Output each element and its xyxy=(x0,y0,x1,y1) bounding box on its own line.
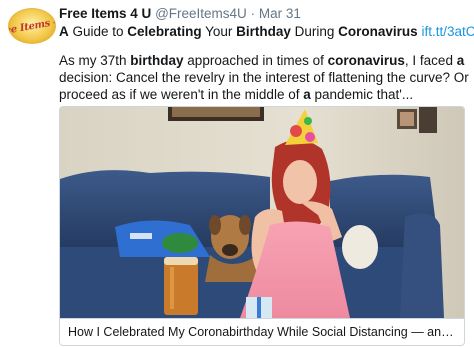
gift-ribbon xyxy=(257,297,261,318)
body-part: birthday xyxy=(130,53,184,68)
display-name[interactable]: Free Items 4 U xyxy=(59,6,151,21)
body-part: As my 37th xyxy=(59,53,131,68)
wall-photo-2 xyxy=(419,107,437,133)
wall-frame-inner xyxy=(172,107,260,117)
headline-part: Your xyxy=(201,24,237,39)
body-part: pandemic that'... xyxy=(310,87,414,102)
pillow-stripe xyxy=(130,233,152,239)
card-image[interactable] xyxy=(60,107,464,318)
party-hat-dot xyxy=(304,117,312,125)
headline-part: Coronavirus xyxy=(338,24,418,39)
tweet[interactable]: Free Items 4 U Free Items 4 U @FreeItems… xyxy=(0,0,474,347)
white-pillow xyxy=(342,225,378,269)
wall-photo-1-inner xyxy=(400,112,414,126)
beer-glass xyxy=(164,257,198,315)
dog-ear-right xyxy=(239,215,251,235)
body-part: a xyxy=(303,87,311,102)
body-part: , I faced xyxy=(404,53,457,68)
tweet-body: As my 37th birthday approached in times … xyxy=(59,52,469,103)
body-part: a xyxy=(456,53,465,68)
headline-part: Celebrating xyxy=(127,24,202,39)
header-separator: · xyxy=(250,6,256,21)
card-title[interactable]: How I Celebrated My Coronabirthday While… xyxy=(60,318,464,345)
tweet-header: Free Items 4 U @FreeItems4U · Mar 31 xyxy=(59,6,301,22)
green-toy xyxy=(162,233,198,253)
headline-part: Guide to xyxy=(68,24,128,39)
link-card[interactable]: How I Celebrated My Coronabirthday While… xyxy=(59,106,465,346)
body-part: coronavirus xyxy=(327,53,405,68)
body-part: approached in times of xyxy=(183,53,328,68)
beer-foam xyxy=(164,257,198,265)
tweet-date[interactable]: Mar 31 xyxy=(259,6,301,21)
sofa-arm xyxy=(400,213,444,318)
beer-highlight xyxy=(170,267,174,309)
headline-part: A xyxy=(59,24,69,39)
party-hat-dot xyxy=(305,132,315,142)
user-handle[interactable]: @FreeItems4U xyxy=(155,6,247,21)
avatar[interactable]: Free Items 4 U xyxy=(8,8,56,44)
woman-face xyxy=(283,160,317,204)
headline-part: Birthday xyxy=(236,24,291,39)
dog-muzzle xyxy=(222,244,238,256)
party-hat-dot xyxy=(290,125,302,137)
headline-part: During xyxy=(290,24,339,39)
tweet-link[interactable]: ift.tt/3atCAfs xyxy=(421,24,474,39)
dog-ear-left xyxy=(209,215,221,235)
tweet-headline: A Guide to Celebrating Your Birthday Dur… xyxy=(59,24,474,40)
avatar-logo-text: Free Items 4 U xyxy=(8,14,56,39)
